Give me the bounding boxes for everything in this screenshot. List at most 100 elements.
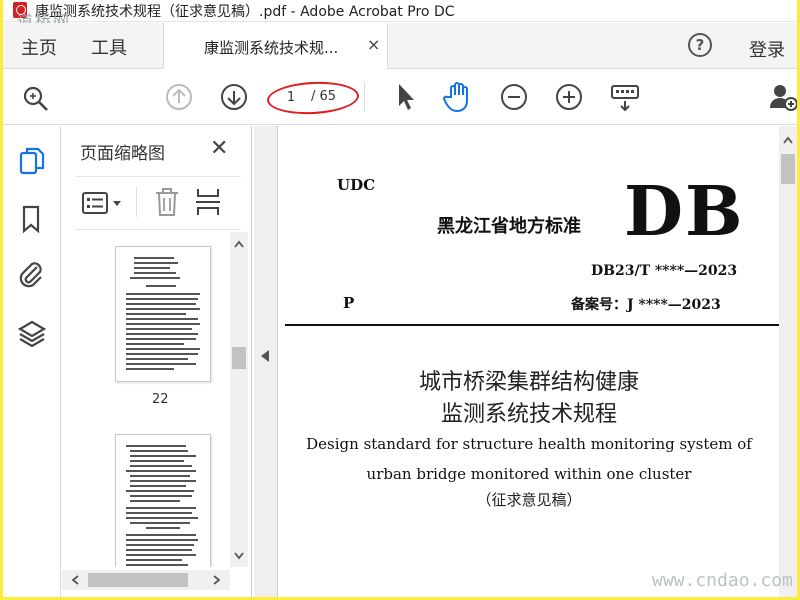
bookmark-icon[interactable] [20,204,42,234]
thumbnail-text-line [130,475,190,477]
standard-number: DB23/T ****—2023 [591,263,738,279]
tab-bar: 主页 工具 康监测系统技术规... × ? 登录 [3,23,797,69]
watermark-bottom: www.cndao.com [652,570,793,591]
thumbnail-text-line [126,313,186,315]
standard-category: 黑龙江省地方标准 [437,216,581,237]
thumbnail-text-line [130,460,184,462]
thumbnail-text-line [126,559,182,561]
login-button[interactable]: 登录 [749,36,785,62]
tools-tab[interactable]: 工具 [91,34,127,60]
zoom-in-icon[interactable] [555,83,583,111]
thumbnail-text-line [126,564,188,566]
main-toolbar: 1 / 65 [3,70,797,125]
search-icon[interactable] [21,84,51,114]
page-thumbnail[interactable] [115,246,211,382]
thumbnail-text-line [126,368,174,370]
thumbnail-text-line [130,485,186,487]
db-logo-text: DB [624,172,745,252]
thumbnail-text-line [126,544,194,546]
title-en-line2: urban bridge monitored within one cluste… [366,465,692,483]
acrobat-window: 康监测系统技术规程（征求意见稿）.pdf - Adobe Acrobat Pro… [3,0,797,597]
thumbnail-text-line [126,343,184,345]
scroll-right-icon[interactable] [213,575,221,585]
scroll-up-icon[interactable] [783,136,793,144]
title-bar: 康监测系统技术规程（征求意见稿）.pdf - Adobe Acrobat Pro… [3,0,797,31]
trash-icon[interactable] [154,187,180,217]
thumbnail-text-line [126,308,200,310]
thumbnail-list: 22 [62,232,230,567]
scroll-up-icon[interactable] [234,240,244,248]
toolbar-divider [364,82,365,112]
document-vertical-scrollbar[interactable] [779,126,797,597]
thumbnail-text-line [130,522,190,524]
thumbnail-text-line [126,303,196,305]
thumbnail-text-line [126,323,200,325]
thumbnail-text-line [130,480,196,482]
title-cn-line2: 监测系统技术规程 [440,402,617,427]
thumbnail-text-line [126,554,196,556]
red-annotation-oval [266,79,360,117]
close-panel-icon[interactable]: ✕ [210,136,228,161]
keyboard-icon[interactable] [609,82,641,114]
attachment-icon[interactable] [17,259,45,291]
thumbnail-text-line [126,298,198,300]
thumbnail-text-line [130,455,196,457]
thumbnail-text-line [134,267,170,269]
thumbnail-text-line [126,490,194,492]
thumbnail-horizontal-scrollbar[interactable] [62,570,230,590]
thumbnail-text-line [134,257,174,259]
thumbnail-text-line [134,262,178,264]
thumbnail-text-line [126,470,196,472]
select-cursor-icon[interactable] [395,82,415,112]
collapse-left-icon[interactable] [261,350,269,362]
thumbnail-text-line [126,507,196,509]
thumbnail-text-line [126,318,198,320]
page-thumbnails-icon[interactable] [18,146,46,178]
scrollbar-thumb[interactable] [781,154,795,184]
record-number: 备案号：J ****—2023 [571,297,721,313]
page-thumbnails-panel: 页面缩略图 ✕ 22 [62,126,252,597]
page-thumbnail[interactable] [115,434,211,567]
thumbnail-vertical-scrollbar[interactable] [230,232,248,567]
zoom-out-icon[interactable] [500,83,528,111]
thumbnail-text-line [126,358,188,360]
thumbnail-text-line [134,272,176,274]
thumbnail-text-line [126,328,192,330]
home-tab[interactable]: 主页 [21,34,57,60]
window-title: 康监测系统技术规程（征求意见稿）.pdf - Adobe Acrobat Pro… [35,4,455,20]
title-en-line1: Design standard for structure health mon… [306,435,752,453]
document-tab[interactable]: 康监测系统技术规... × [163,23,388,69]
title-cn-line1: 城市桥梁集群结构健康 [418,370,639,395]
scrollbar-thumb[interactable] [88,573,188,587]
thumbnail-text-line [126,445,186,447]
udc-label: UDC [337,176,376,194]
thumbnail-text-line [130,277,180,279]
panel-title: 页面缩略图 [80,144,165,164]
thumbnail-text-line [126,517,198,519]
thumbnail-text-line [130,500,180,502]
thumbnail-text-line [126,363,196,365]
thumbnail-text-line [126,353,198,355]
options-menu-icon[interactable] [82,191,126,215]
page-down-icon[interactable] [220,83,248,111]
scroll-down-icon[interactable] [234,552,244,560]
add-user-icon[interactable] [768,82,797,112]
thumbnail-text-line [126,539,198,541]
thumbnail-text-line [146,285,176,287]
panel-collapse-strip[interactable] [254,126,278,597]
thumbnail-text-line [126,534,196,536]
close-tab-icon[interactable]: × [367,35,380,54]
scroll-left-icon[interactable] [71,575,79,585]
page-up-icon[interactable] [165,83,193,111]
help-icon[interactable]: ? [688,33,712,57]
thumbnail-tools [76,176,241,230]
scrollbar-thumb[interactable] [232,347,246,369]
layers-icon[interactable] [17,319,47,349]
thumbnail-text-line [126,333,198,335]
thumbnail-text-line [126,348,200,350]
insert-page-icon[interactable] [194,187,224,217]
document-tab-label: 康监测系统技术规... [204,39,339,57]
hand-icon[interactable] [443,80,475,114]
classification-letter: P [343,294,355,312]
thumbnail-text-line [126,293,200,295]
